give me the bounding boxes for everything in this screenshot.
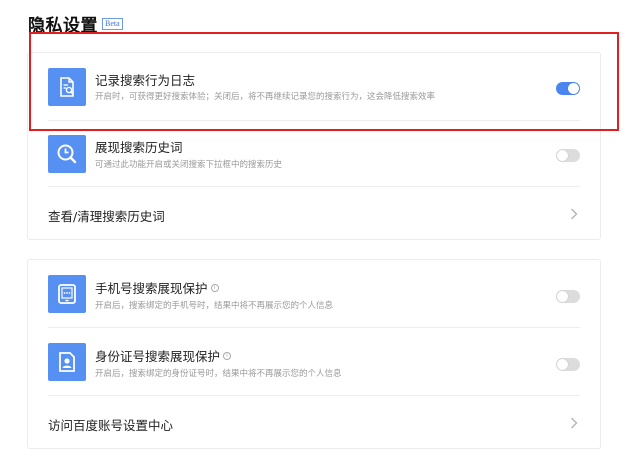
id-protection-toggle[interactable]: [556, 358, 580, 371]
phone-protection-toggle[interactable]: [556, 290, 580, 303]
search-privacy-card: 记录搜索行为日志 开启时，可获得更好搜索体验；关闭后，将不再继续记录您的搜索行为…: [27, 52, 601, 240]
setting-title: 展现搜索历史词: [95, 140, 183, 155]
setting-title-text: 身份证号搜索展现保护: [95, 349, 221, 364]
setting-title-text: 手机号搜索展现保护: [95, 281, 208, 296]
account-settings-link[interactable]: 访问百度账号设置中心: [28, 396, 600, 450]
setting-title: 记录搜索行为日志: [95, 73, 196, 88]
toggle-knob: [557, 291, 568, 302]
search-history-toggle[interactable]: [556, 149, 580, 162]
setting-title: 手机号搜索展现保护 i: [95, 278, 219, 297]
setting-description: 可通过此功能开启或关闭搜索下拉框中的搜索历史: [95, 160, 283, 170]
setting-row-id-protection: 身份证号搜索展现保护 i 开启后，搜索绑定的身份证号时，结果中将不再展示您的个人…: [28, 328, 600, 396]
search-log-icon: [48, 68, 86, 106]
beta-badge: Beta: [102, 18, 123, 30]
setting-row-phone-protection: 手机号搜索展现保护 i 开启后，搜索绑定的手机号时，结果中将不再展示您的个人信息: [28, 260, 600, 328]
setting-description: 开启后，搜索绑定的身份证号时，结果中将不再展示您的个人信息: [95, 369, 342, 379]
search-log-toggle[interactable]: [556, 82, 580, 95]
clock-search-icon: [48, 135, 86, 173]
page-header: 隐私设置 Beta: [28, 10, 123, 36]
info-icon[interactable]: i: [210, 283, 219, 292]
link-label: 查看/清理搜索历史词: [48, 209, 165, 224]
setting-row-search-history: 展现搜索历史词 可通过此功能开启或关闭搜索下拉框中的搜索历史: [28, 121, 600, 187]
link-label: 访问百度账号设置中心: [48, 418, 174, 433]
setting-title: 身份证号搜索展现保护 i: [95, 346, 232, 365]
toggle-knob: [557, 359, 568, 370]
toggle-knob: [557, 150, 568, 161]
toggle-knob: [568, 83, 579, 94]
id-card-icon: [48, 343, 86, 381]
setting-description: 开启后，搜索绑定的手机号时，结果中将不再展示您的个人信息: [95, 301, 334, 311]
info-icon[interactable]: i: [223, 351, 232, 360]
personal-info-card: 手机号搜索展现保护 i 开启后，搜索绑定的手机号时，结果中将不再展示您的个人信息…: [27, 259, 601, 449]
chevron-right-icon: [571, 208, 578, 220]
page-title: 隐私设置: [28, 15, 98, 36]
view-clear-history-link[interactable]: 查看/清理搜索历史词: [28, 187, 600, 241]
setting-description: 开启时，可获得更好搜索体验；关闭后，将不再继续记录您的搜索行为，这会降低搜索效率: [95, 92, 436, 102]
phone-icon: [48, 275, 86, 313]
chevron-right-icon: [571, 417, 578, 429]
setting-row-search-log: 记录搜索行为日志 开启时，可获得更好搜索体验；关闭后，将不再继续记录您的搜索行为…: [28, 53, 600, 121]
